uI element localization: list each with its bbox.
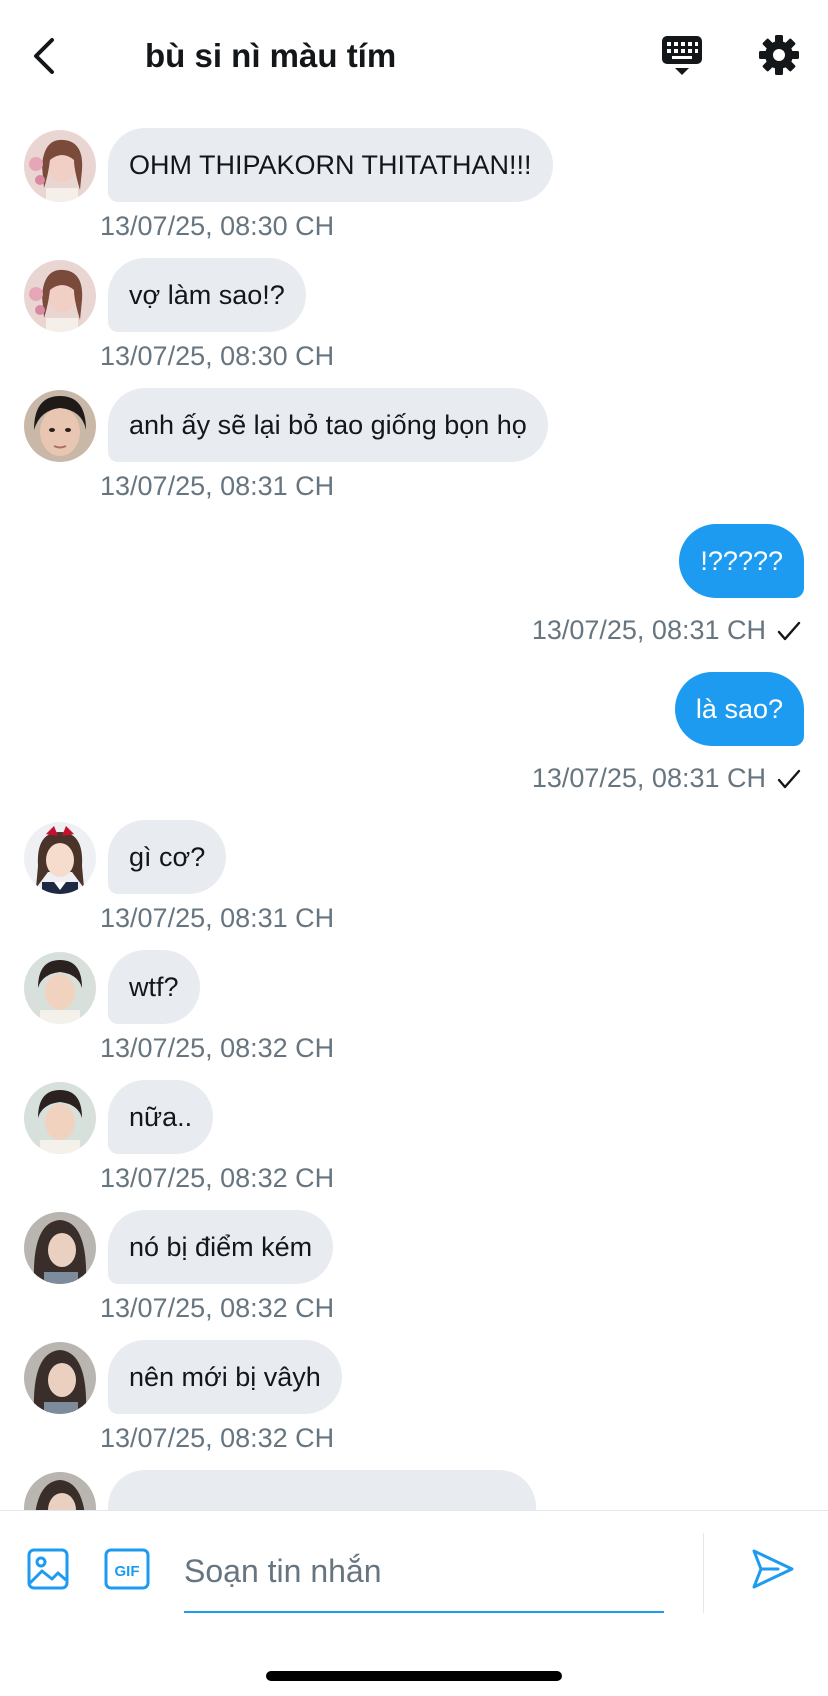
message-bubble[interactable]: là sao? [674, 672, 804, 746]
avatar[interactable] [24, 1082, 96, 1154]
message-composer: GIF [0, 1510, 828, 1696]
chevron-left-icon [34, 38, 54, 74]
back-button[interactable] [26, 34, 66, 78]
checkmark-icon [777, 621, 801, 641]
avatar[interactable] [24, 1342, 96, 1414]
add-gif-button[interactable]: GIF [104, 1547, 150, 1591]
composer-divider [703, 1533, 704, 1613]
add-image-button[interactable] [26, 1547, 70, 1591]
message-list[interactable]: OHM THIPAKORN THITATHAN!!! 13/07/25, 08:… [0, 112, 828, 1510]
avatar[interactable] [24, 390, 96, 462]
avatar[interactable] [24, 952, 96, 1024]
message-bubble[interactable]: anh ấy sẽ lại bỏ tao giống bọn họ [108, 388, 548, 462]
message-timestamp: 13/07/25, 08:32 CH [100, 1423, 335, 1453]
dm-conversation-screen: bù si nì màu tím OHM THIPAKORN THITATHAN… [0, 0, 828, 1696]
keyboard-icon [662, 36, 702, 75]
message-input[interactable] [184, 1533, 664, 1609]
message-timestamp: 13/07/25, 08:30 CH [100, 341, 335, 371]
gif-icon: GIF [104, 1548, 150, 1590]
svg-text:GIF: GIF [115, 1563, 140, 1580]
conversation-header: bù si nì màu tím [0, 0, 828, 112]
conversation-title: bù si nì màu tím [145, 37, 397, 74]
avatar[interactable] [24, 1212, 96, 1284]
image-icon [27, 1548, 69, 1590]
message-input-wrapper [184, 1533, 664, 1613]
message-bubble[interactable]: nên mới bị vâyh [108, 1340, 342, 1414]
gear-icon [759, 35, 799, 75]
message-timestamp: 13/07/25, 08:31 CH [100, 903, 335, 933]
message-timestamp: 13/07/25, 08:31 CH [531, 763, 766, 793]
home-indicator [266, 1671, 562, 1681]
message-bubble[interactable]: nó bị điểm kém [108, 1210, 334, 1284]
checkmark-icon [777, 769, 801, 789]
message-timestamp: 13/07/25, 08:32 CH [100, 1163, 335, 1193]
message-bubble[interactable]: OHM THIPAKORN THITATHAN!!! [108, 128, 553, 202]
message-timestamp: 13/07/25, 08:32 CH [100, 1033, 335, 1063]
message-timestamp: 13/07/25, 08:32 CH [100, 1293, 335, 1323]
message-timestamp: 13/07/25, 08:31 CH [531, 615, 766, 645]
send-button[interactable] [748, 1545, 796, 1593]
message-bubble[interactable]: nữa.. [108, 1080, 214, 1154]
message-bubble[interactable]: gì cơ? [108, 820, 227, 894]
message-bubble[interactable]: !????? [679, 524, 804, 598]
send-icon [752, 1549, 794, 1589]
keyboard-button[interactable] [660, 34, 706, 80]
message-bubble[interactable]: wtf? [108, 950, 200, 1024]
message-timestamp: 13/07/25, 08:30 CH [100, 211, 335, 241]
message-bubble-partial[interactable] [108, 1470, 536, 1510]
settings-button[interactable] [756, 32, 802, 78]
avatar[interactable] [24, 822, 96, 894]
avatar[interactable] [24, 130, 96, 202]
message-timestamp: 13/07/25, 08:31 CH [100, 471, 335, 501]
avatar[interactable] [24, 1472, 96, 1510]
avatar[interactable] [24, 260, 96, 332]
message-bubble[interactable]: vợ làm sao!? [108, 258, 306, 332]
